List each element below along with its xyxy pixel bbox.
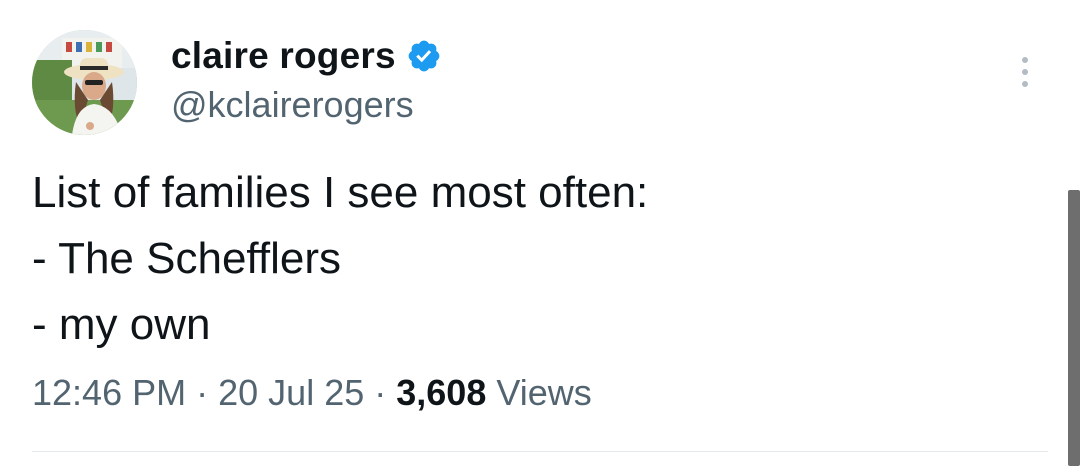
tweet-card: claire rogers @kclairerogers List of fam…	[0, 0, 1080, 466]
tweet-meta: 12:46 PM · 20 Jul 25 · 3,608 Views	[32, 372, 592, 414]
divider	[32, 451, 1048, 452]
tweet-line: List of families I see most often:	[32, 168, 649, 217]
author-name-row: claire rogers	[171, 32, 442, 80]
tweet-line: - The Schefflers	[32, 234, 341, 283]
tweet-date[interactable]: 20 Jul 25	[218, 372, 364, 413]
tweet-line: - my own	[32, 300, 211, 349]
avatar[interactable]	[32, 30, 137, 135]
tweet-time[interactable]: 12:46 PM	[32, 372, 186, 413]
scrollbar[interactable]	[1068, 190, 1080, 466]
meta-separator: ·	[374, 372, 387, 413]
author-handle[interactable]: @kclairerogers	[171, 84, 414, 126]
tweet-text: List of families I see most often: - The…	[32, 160, 1032, 358]
display-name[interactable]: claire rogers	[171, 35, 396, 77]
views-count[interactable]: 3,608	[396, 372, 486, 413]
meta-separator: ·	[196, 372, 209, 413]
verified-badge-icon[interactable]	[406, 38, 442, 74]
avatar-photo	[32, 30, 137, 135]
views-label[interactable]: Views	[496, 372, 591, 413]
more-vertical-icon[interactable]	[1014, 55, 1038, 89]
